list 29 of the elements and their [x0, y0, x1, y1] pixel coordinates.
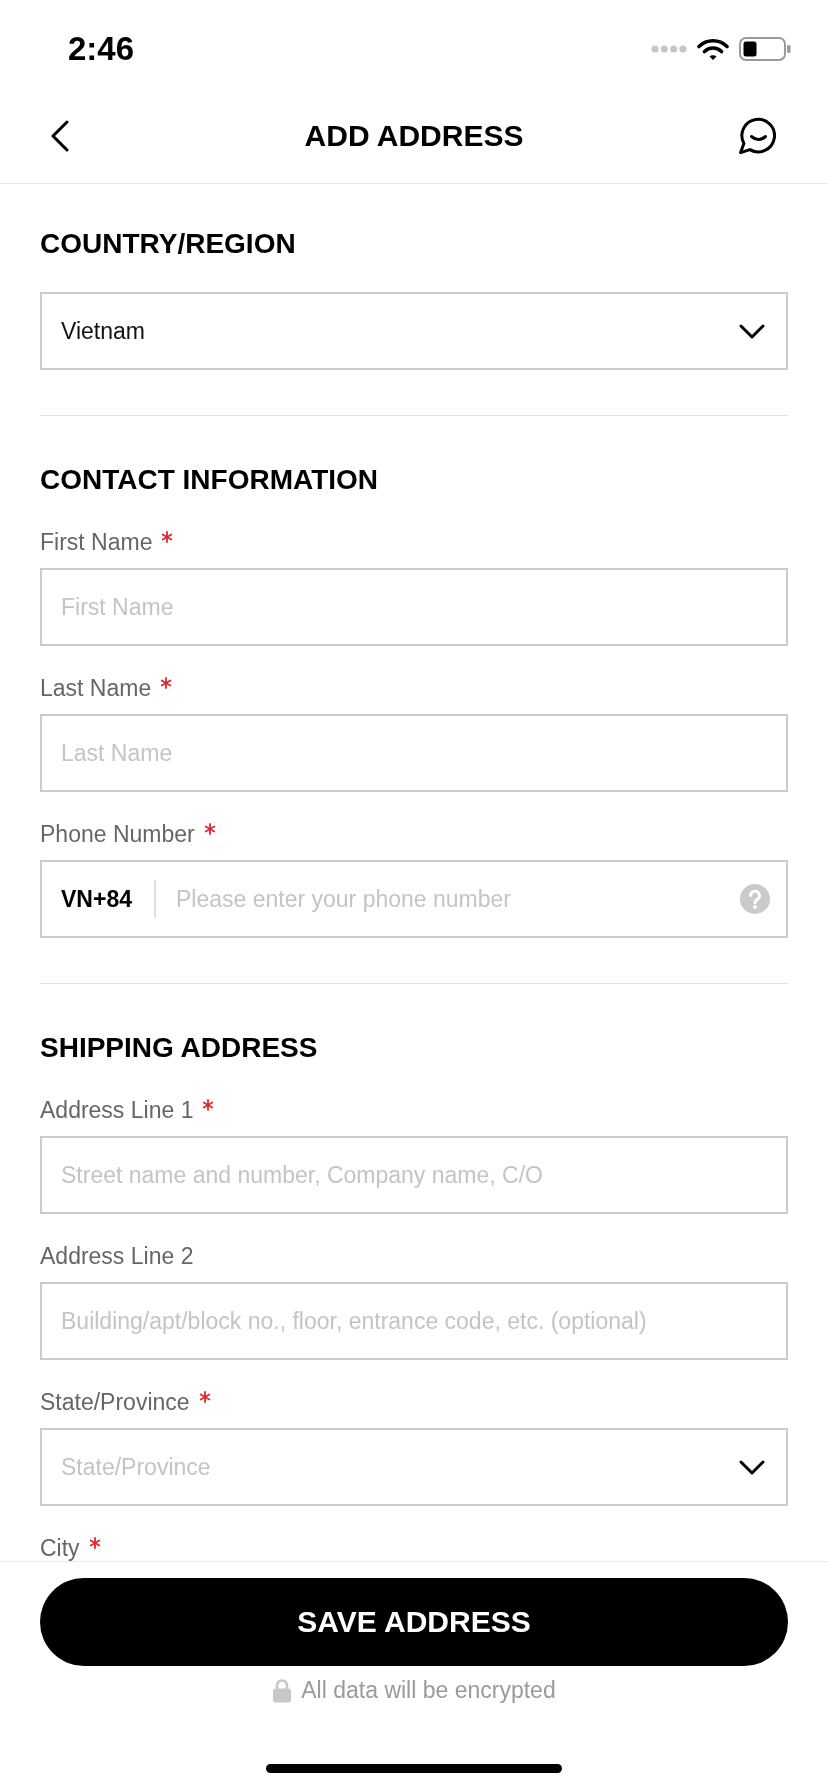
input-field[interactable]: First Name	[40, 568, 788, 646]
field-label: Address Line 2	[40, 1242, 194, 1270]
field-label: Last Name	[40, 674, 152, 702]
encryption-note: All data will be encrypted	[301, 1676, 556, 1704]
field-label: State/Province	[40, 1388, 190, 1416]
dropdown-field[interactable]: Vietnam	[40, 292, 788, 370]
smiling-speech-bubble-icon[interactable]	[738, 116, 778, 155]
save-address-button[interactable]: SAVE ADDRESS	[40, 1578, 788, 1666]
field-label: First Name	[40, 528, 153, 556]
signal-dots-icon	[651, 45, 687, 53]
status-time: 2:46	[68, 30, 135, 68]
input-field[interactable]: Last Name	[40, 714, 788, 792]
chevron-down-icon	[739, 323, 765, 339]
section-heading: COUNTRY/REGION	[40, 227, 297, 261]
input-field[interactable]: Building/apt/block no., floor, entrance code, etc. (optional)	[40, 1282, 788, 1360]
battery-icon	[739, 37, 791, 61]
chevron-left-icon[interactable]	[50, 119, 69, 152]
section-heading: CONTACT INFORMATION	[40, 463, 380, 497]
field-label: City	[40, 1534, 80, 1561]
chevron-down-icon	[739, 1459, 765, 1475]
country-code[interactable]: VN+84	[61, 885, 132, 913]
field-label: Phone Number	[40, 820, 195, 848]
section-heading: SHIPPING ADDRESS	[40, 1031, 319, 1065]
field-label: Address Line 1	[40, 1096, 194, 1124]
phone-field[interactable]: VN+84 Please enter your phone number	[40, 860, 788, 938]
input-field[interactable]: Street name and number, Company name, C/O	[40, 1136, 788, 1214]
lock-icon	[272, 1677, 293, 1703]
wifi-icon	[697, 37, 729, 61]
page-title: ADD ADDRESS	[304, 117, 524, 154]
